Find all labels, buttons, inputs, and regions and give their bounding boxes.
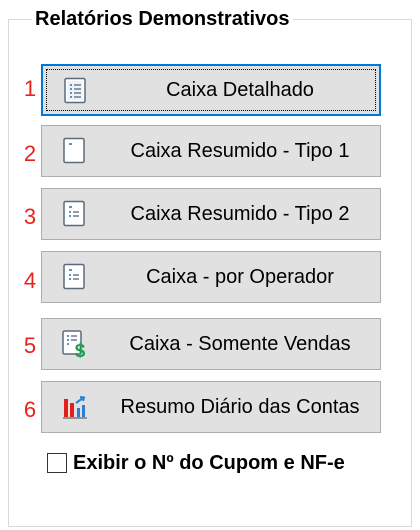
caixa-somente-vendas-label: Caixa - Somente Vendas [129, 332, 351, 355]
row-number-2: 2 [23, 141, 37, 166]
caixa-resumido-tipo-2-label: Caixa Resumido - Tipo 2 [130, 202, 350, 225]
row-number-3: 3 [23, 204, 37, 229]
report-list-icon [64, 77, 86, 104]
report-panel: Relatórios Demonstrativos 1 Caixa Detalh… [0, 0, 420, 530]
caixa-por-operador-button[interactable]: Caixa - por Operador [41, 251, 381, 303]
report-money-icon: $ [62, 330, 86, 358]
resumo-diario-das-contas-button[interactable]: Resumo Diário das Contas [41, 381, 381, 433]
show-coupon-checkbox[interactable] [47, 453, 67, 473]
row-number-4: 4 [23, 268, 37, 293]
resumo-diario-das-contas-label: Resumo Diário das Contas [120, 395, 360, 418]
row-number-5: 5 [23, 333, 37, 358]
caixa-resumido-tipo-1-button[interactable]: Caixa Resumido - Tipo 1 [41, 125, 381, 177]
row-number-1: 1 [23, 76, 37, 101]
svg-text:$: $ [75, 341, 86, 358]
caixa-detalhado-label: Caixa Detalhado [166, 78, 314, 101]
caixa-resumido-tipo-2-button[interactable]: Caixa Resumido - Tipo 2 [41, 188, 381, 240]
caixa-somente-vendas-button[interactable]: $ Caixa - Somente Vendas [41, 318, 381, 370]
report-lines-icon [63, 200, 85, 227]
bar-chart-icon [63, 396, 87, 419]
caixa-por-operador-label: Caixa - por Operador [146, 265, 334, 288]
show-coupon-label: Exibir o Nº do Cupom e NF-e [73, 451, 345, 474]
row-number-6: 6 [23, 397, 37, 422]
caixa-resumido-tipo-1-label: Caixa Resumido - Tipo 1 [130, 139, 350, 162]
group-title: Relatórios Demonstrativos [32, 6, 293, 32]
report-lines-icon [63, 263, 85, 290]
report-blank-icon [63, 137, 85, 164]
caixa-detalhado-button[interactable]: Caixa Detalhado [41, 64, 381, 116]
show-coupon-checkbox-row[interactable]: Exibir o Nº do Cupom e NF-e [47, 450, 345, 476]
